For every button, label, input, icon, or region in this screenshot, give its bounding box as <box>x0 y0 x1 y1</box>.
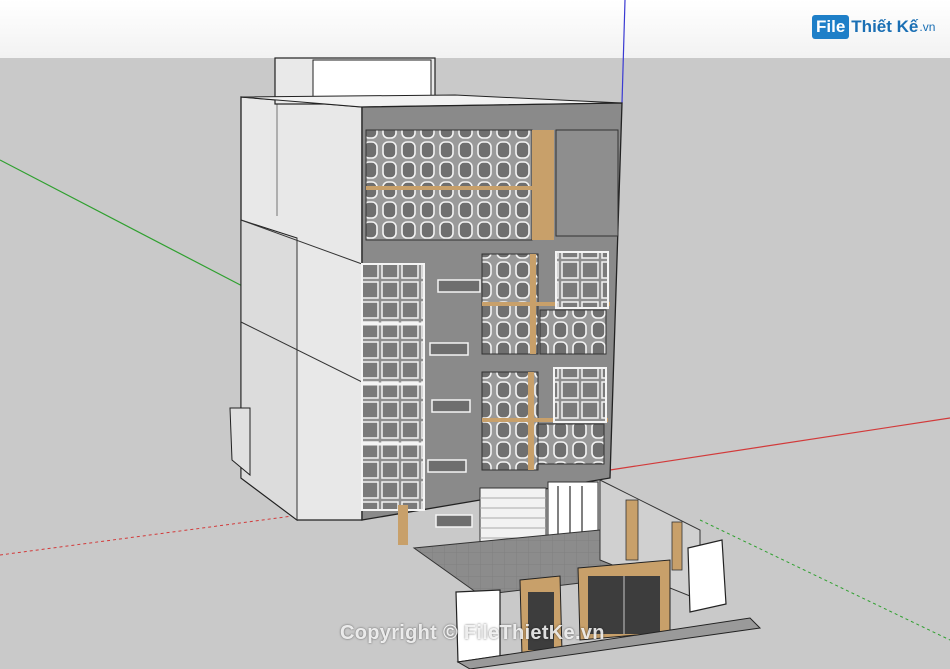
logo-domain-text: .vn <box>919 20 936 34</box>
side-wall <box>229 96 363 521</box>
logo-file-badge: File <box>812 15 850 39</box>
red-axis-dashed <box>0 514 301 556</box>
red-axis <box>609 417 950 471</box>
logo-brand-text: Thiết Kế <box>851 17 919 36</box>
front-facade <box>361 102 623 545</box>
site-logo[interactable]: File Thiết Kế .vn <box>812 12 935 42</box>
green-axis <box>0 159 251 291</box>
model-viewport[interactable] <box>0 0 950 669</box>
roof-structures <box>240 57 623 108</box>
copyright-watermark: Copyright © FileThietKe.vn <box>340 622 605 644</box>
blue-axis <box>621 0 626 104</box>
